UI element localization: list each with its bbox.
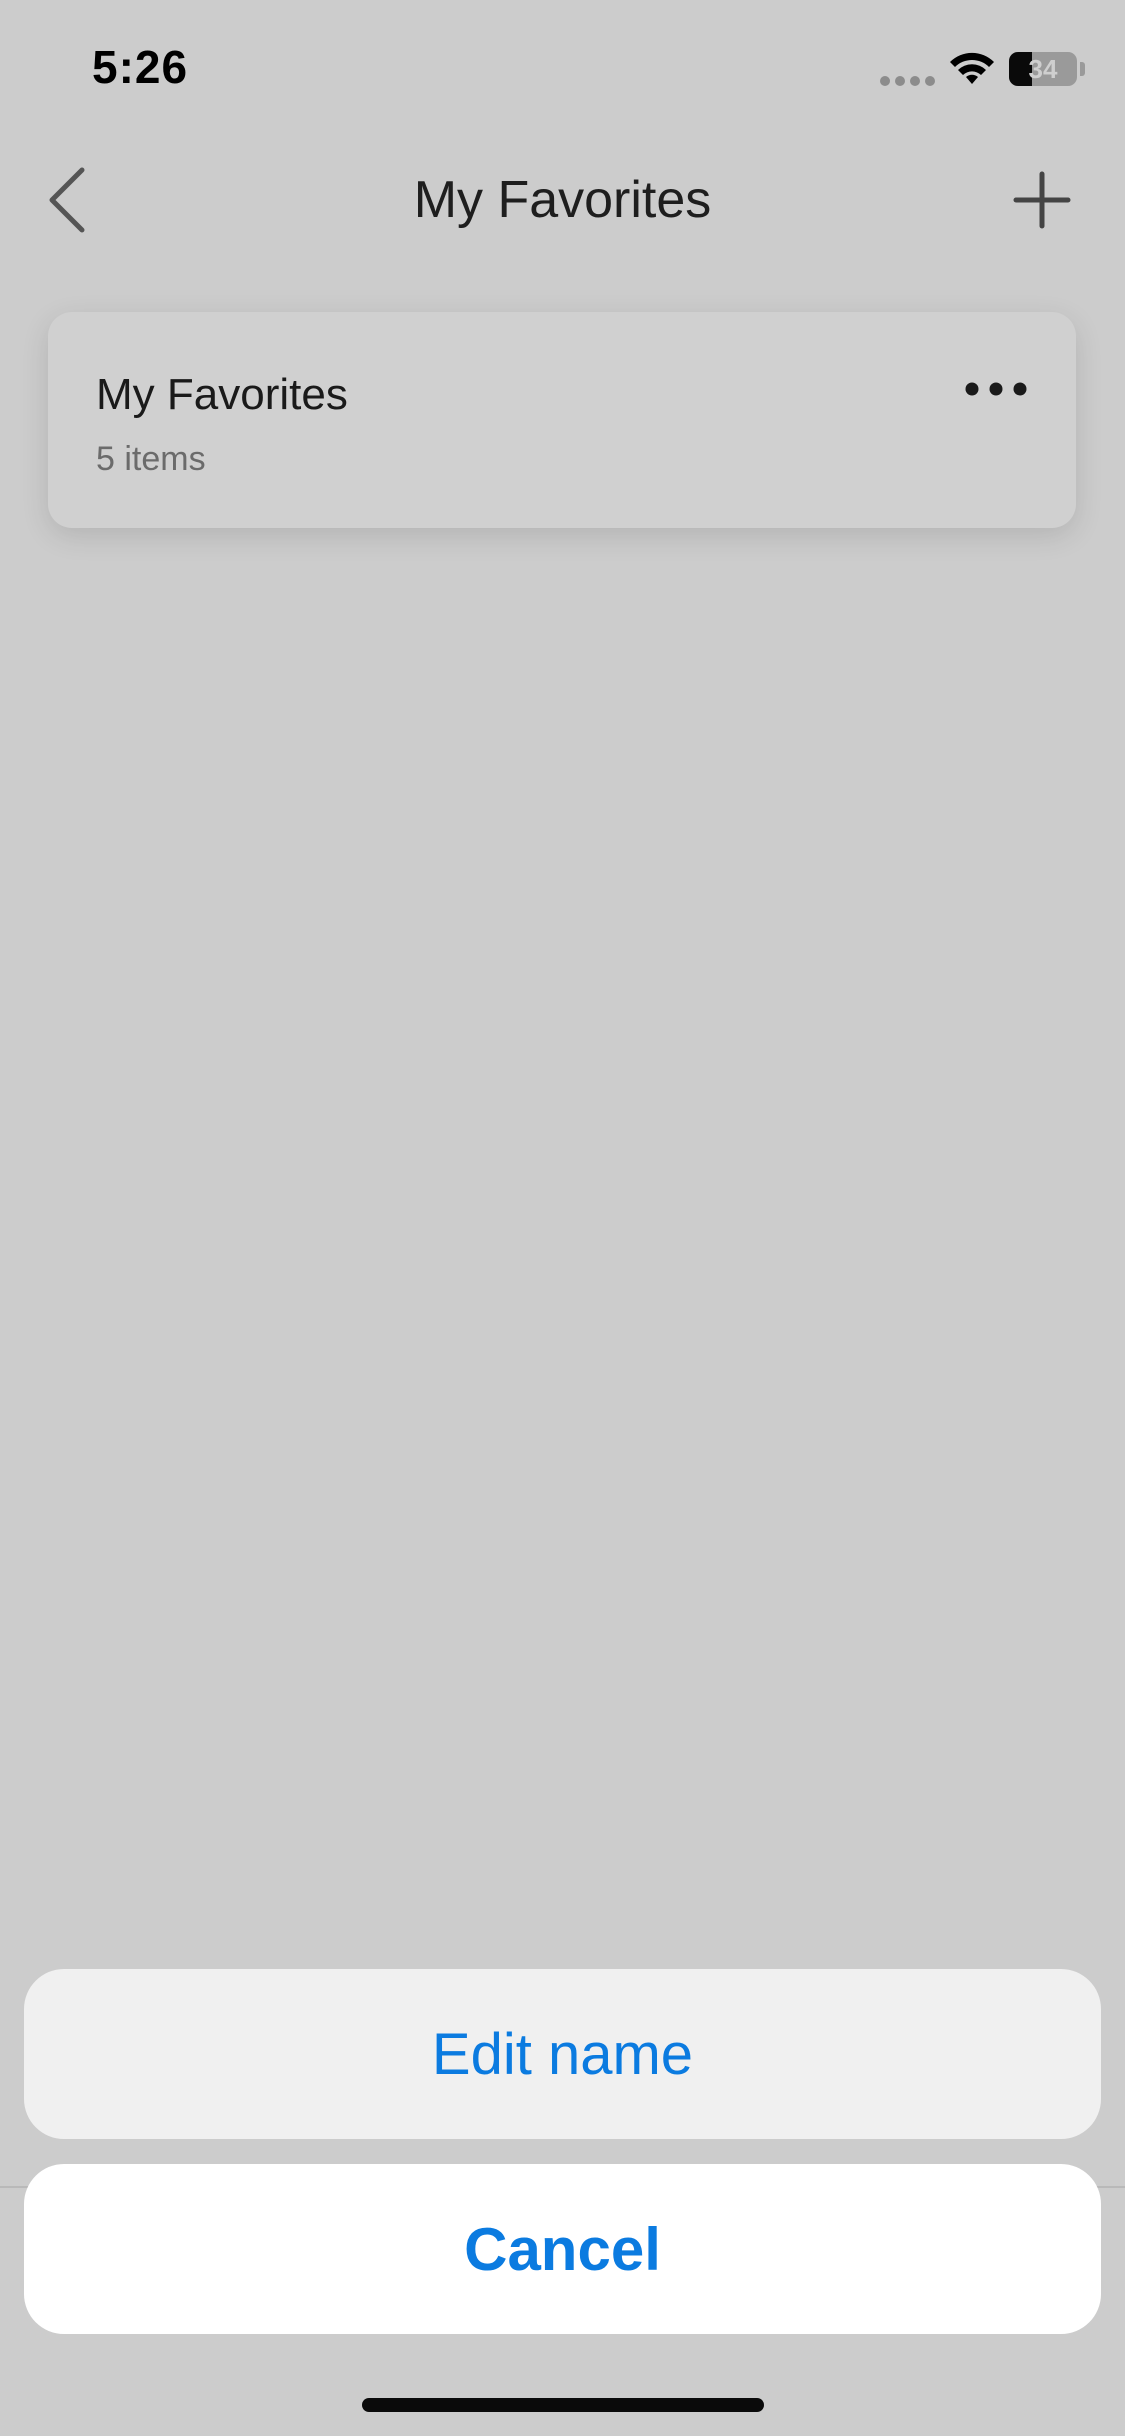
home-indicator[interactable] [362, 2398, 764, 2412]
status-bar: 5:26 34 [0, 0, 1125, 140]
signal-icon [880, 76, 936, 86]
status-time: 5:26 [92, 41, 189, 93]
edit-name-button[interactable]: Edit name [24, 1969, 1101, 2139]
ellipsis-icon[interactable] [958, 372, 1034, 406]
wifi-icon [950, 52, 994, 84]
list-item-subtitle: 5 items [96, 440, 206, 478]
plus-icon[interactable] [1010, 168, 1074, 232]
list-item[interactable]: My Favorites 5 items [48, 312, 1076, 528]
page-title: My Favorites [413, 171, 712, 229]
cancel-button[interactable]: Cancel [24, 2164, 1101, 2334]
list-item-title: My Favorites [96, 370, 348, 419]
action-sheet: Edit name [24, 1969, 1101, 2139]
nav-bar: My Favorites [0, 140, 1125, 260]
battery-nub [1080, 62, 1085, 76]
battery-level: 34 [1028, 54, 1058, 84]
battery-icon: 34 [1009, 52, 1077, 86]
